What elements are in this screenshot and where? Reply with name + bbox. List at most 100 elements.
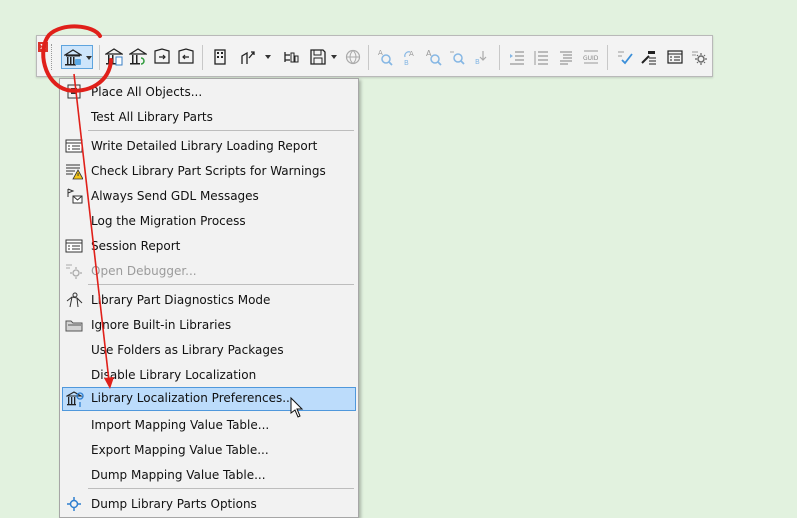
menu-item-session-report[interactable]: Session Report [62, 235, 356, 258]
migration-icon [241, 51, 255, 64]
guid-icon: GUID [583, 50, 599, 64]
replace-next-icon: B [475, 51, 487, 66]
debugger-gear-icon [66, 264, 82, 279]
library-export-icon [154, 48, 170, 64]
migration-button[interactable] [237, 45, 273, 69]
menu-item-open-debugger[interactable]: Open Debugger... [62, 260, 356, 283]
find-text-button[interactable]: A [422, 45, 444, 69]
indent-icon [510, 51, 524, 65]
indent-button[interactable] [506, 45, 528, 69]
object-tree-icon [284, 52, 299, 63]
menu-item-label: Test All Library Parts [91, 110, 213, 124]
gear-options-icon [67, 497, 81, 511]
menu-item-label: Library Localization Preferences... [91, 391, 294, 405]
menu-separator [88, 284, 354, 285]
toolbar-close-icon[interactable]: x [38, 42, 48, 52]
find-text-icon: A [426, 49, 442, 66]
compile-button[interactable] [638, 45, 660, 69]
library-toolbar: x A A B A B GUID [36, 35, 713, 77]
menu-item-label: Write Detailed Library Loading Report [91, 139, 318, 153]
settings-gear-icon [692, 51, 707, 65]
reload-libraries-button[interactable] [127, 45, 149, 69]
menu-item-check-scripts-warnings[interactable]: Check Library Part Scripts for Warnings [62, 160, 356, 183]
settings-button[interactable] [688, 45, 710, 69]
menu-item-label: Dump Mapping Value Table... [91, 468, 266, 482]
replace-a-b-icon: A B [404, 50, 414, 66]
globe-button[interactable] [342, 45, 364, 69]
menu-item-label: Open Debugger... [91, 264, 197, 278]
svg-text:A: A [409, 50, 414, 58]
menu-item-label: Session Report [91, 239, 181, 253]
menu-item-import-mapping-table[interactable]: Import Mapping Value Table... [62, 414, 356, 437]
menu-item-label: Check Library Part Scripts for Warnings [91, 164, 326, 178]
menu-item-dump-mapping-table[interactable]: Dump Mapping Value Table... [62, 464, 356, 487]
chevron-down-icon [86, 56, 92, 60]
menu-separator [88, 488, 354, 489]
menu-item-label: Use Folders as Library Packages [91, 343, 284, 357]
library-export-button[interactable] [151, 45, 173, 69]
menu-item-test-all-library-parts[interactable]: Test All Library Parts [62, 106, 356, 129]
chevron-down-icon [265, 55, 271, 59]
building-open-icon [214, 49, 226, 65]
toolbar-separator [499, 45, 500, 70]
svg-text:GUID: GUID [583, 55, 599, 62]
menu-item-export-mapping-table[interactable]: Export Mapping Value Table... [62, 439, 356, 462]
library-manager-button[interactable] [61, 45, 93, 69]
menu-item-diagnostics-mode[interactable]: Library Part Diagnostics Mode [62, 289, 356, 312]
check-script-button[interactable] [614, 45, 636, 69]
svg-text:B: B [475, 58, 480, 66]
replace-button[interactable]: A B [398, 45, 420, 69]
window-list-icon [667, 50, 683, 64]
toolbar-separator [99, 45, 100, 70]
library-import-icon [178, 48, 194, 64]
paragraph-icon [560, 51, 572, 65]
library-report-button[interactable] [103, 45, 125, 69]
menu-item-label: Export Mapping Value Table... [91, 443, 269, 457]
menu-item-always-send-gdl-messages[interactable]: Always Send GDL Messages [62, 185, 356, 208]
window-list-button[interactable] [664, 45, 686, 69]
library-manager-icon [64, 49, 82, 66]
replace-next-button[interactable]: B [470, 45, 492, 69]
align-lines-button[interactable] [530, 45, 552, 69]
message-icon [67, 188, 83, 204]
library-dropdown-menu: Place All Objects... Test All Library Pa… [59, 78, 359, 518]
library-import-button[interactable] [175, 45, 197, 69]
globe-icon [345, 49, 361, 65]
report-list-icon [65, 139, 83, 153]
object-tree-button[interactable] [280, 45, 302, 69]
building-open-button[interactable] [209, 45, 231, 69]
menu-item-place-all-objects[interactable]: Place All Objects... [62, 81, 356, 104]
paragraph-button[interactable] [554, 45, 576, 69]
menu-item-label: Ignore Built-in Libraries [91, 318, 232, 332]
compile-icon [641, 51, 656, 65]
folder-icon [65, 320, 83, 332]
menu-item-write-detailed-report[interactable]: Write Detailed Library Loading Report [62, 135, 356, 158]
chevron-down-icon [331, 55, 337, 59]
menu-item-use-folders-as-packages[interactable]: Use Folders as Library Packages [62, 339, 356, 362]
toolbar-separator [368, 45, 369, 70]
report-list-icon [65, 239, 83, 253]
menu-item-library-localization-preferences[interactable]: Library Localization Preferences... [62, 387, 356, 411]
menu-item-log-migration-process[interactable]: Log the Migration Process [62, 210, 356, 233]
warning-list-icon [66, 164, 83, 180]
menu-item-label: Always Send GDL Messages [91, 189, 259, 203]
guid-button[interactable]: GUID [580, 45, 602, 69]
menu-item-label: Place All Objects... [91, 85, 203, 99]
align-lines-icon [534, 51, 548, 65]
menu-item-label: Dump Library Parts Options [91, 497, 257, 511]
menu-item-dump-library-parts-options[interactable]: Dump Library Parts Options [62, 493, 356, 516]
find-next-button[interactable] [446, 45, 468, 69]
menu-item-label: Library Part Diagnostics Mode [91, 293, 271, 307]
svg-text:A: A [378, 49, 383, 57]
find-next-icon [450, 51, 465, 65]
library-report-icon [105, 48, 123, 66]
save-floppy-icon [310, 49, 326, 65]
menu-item-ignore-builtin-libraries[interactable]: Ignore Built-in Libraries [62, 314, 356, 337]
toolbar-grip[interactable] [51, 44, 55, 70]
menu-item-label: Import Mapping Value Table... [91, 418, 270, 432]
diagnostics-icon [66, 292, 83, 308]
find-button[interactable]: A [374, 45, 396, 69]
menu-item-disable-library-localization[interactable]: Disable Library Localization [62, 364, 356, 387]
save-button[interactable] [307, 45, 339, 69]
check-script-icon [618, 51, 633, 65]
